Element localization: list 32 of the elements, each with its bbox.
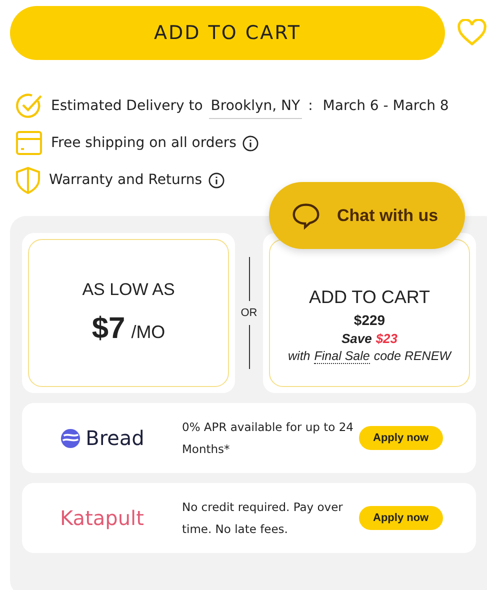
price-text: $229 bbox=[354, 312, 386, 328]
box-icon bbox=[15, 130, 43, 156]
feature-text: Free shipping on all orders bbox=[51, 135, 236, 151]
check-circle-icon bbox=[15, 92, 43, 120]
location-link[interactable]: Brooklyn, NY bbox=[208, 98, 302, 118]
apply-now-button[interactable]: Apply now bbox=[359, 506, 443, 530]
per-month-label: /MO bbox=[131, 322, 166, 343]
provider-description: No credit required. Pay over time. No late fees. bbox=[182, 499, 344, 538]
katapult-logo-text: Katapult bbox=[60, 506, 144, 530]
add-to-cart-button[interactable]: ADD TO CART bbox=[10, 6, 445, 60]
bread-logo-text: Bread bbox=[86, 426, 144, 450]
final-sale-link[interactable]: Final Sale bbox=[314, 348, 370, 364]
code-text: code RENEW bbox=[374, 348, 451, 364]
monthly-price: $7 bbox=[92, 312, 126, 346]
save-amount: $23 bbox=[376, 330, 398, 346]
as-low-as-label: AS LOW AS bbox=[82, 280, 175, 300]
or-label: OR bbox=[240, 307, 258, 319]
info-icon[interactable] bbox=[242, 134, 260, 152]
feature-text: Estimated Delivery to bbox=[51, 98, 203, 114]
chat-bubble-icon bbox=[291, 202, 321, 230]
separator-text: : bbox=[308, 98, 313, 114]
apply-now-button[interactable]: Apply now bbox=[359, 426, 443, 450]
bread-logo-icon bbox=[60, 428, 81, 448]
save-label: Save bbox=[341, 330, 372, 346]
provider-description: 0% APR available for up to 24 Months* bbox=[182, 419, 354, 458]
chat-button[interactable]: Chat with us bbox=[269, 182, 465, 249]
delivery-dates: March 6 - March 8 bbox=[322, 98, 449, 114]
code-text: with bbox=[288, 348, 310, 364]
shield-icon bbox=[15, 166, 41, 194]
info-icon[interactable] bbox=[208, 172, 226, 188]
feature-text: Warranty and Returns bbox=[49, 172, 202, 188]
card-title: ADD TO CART bbox=[308, 286, 430, 308]
